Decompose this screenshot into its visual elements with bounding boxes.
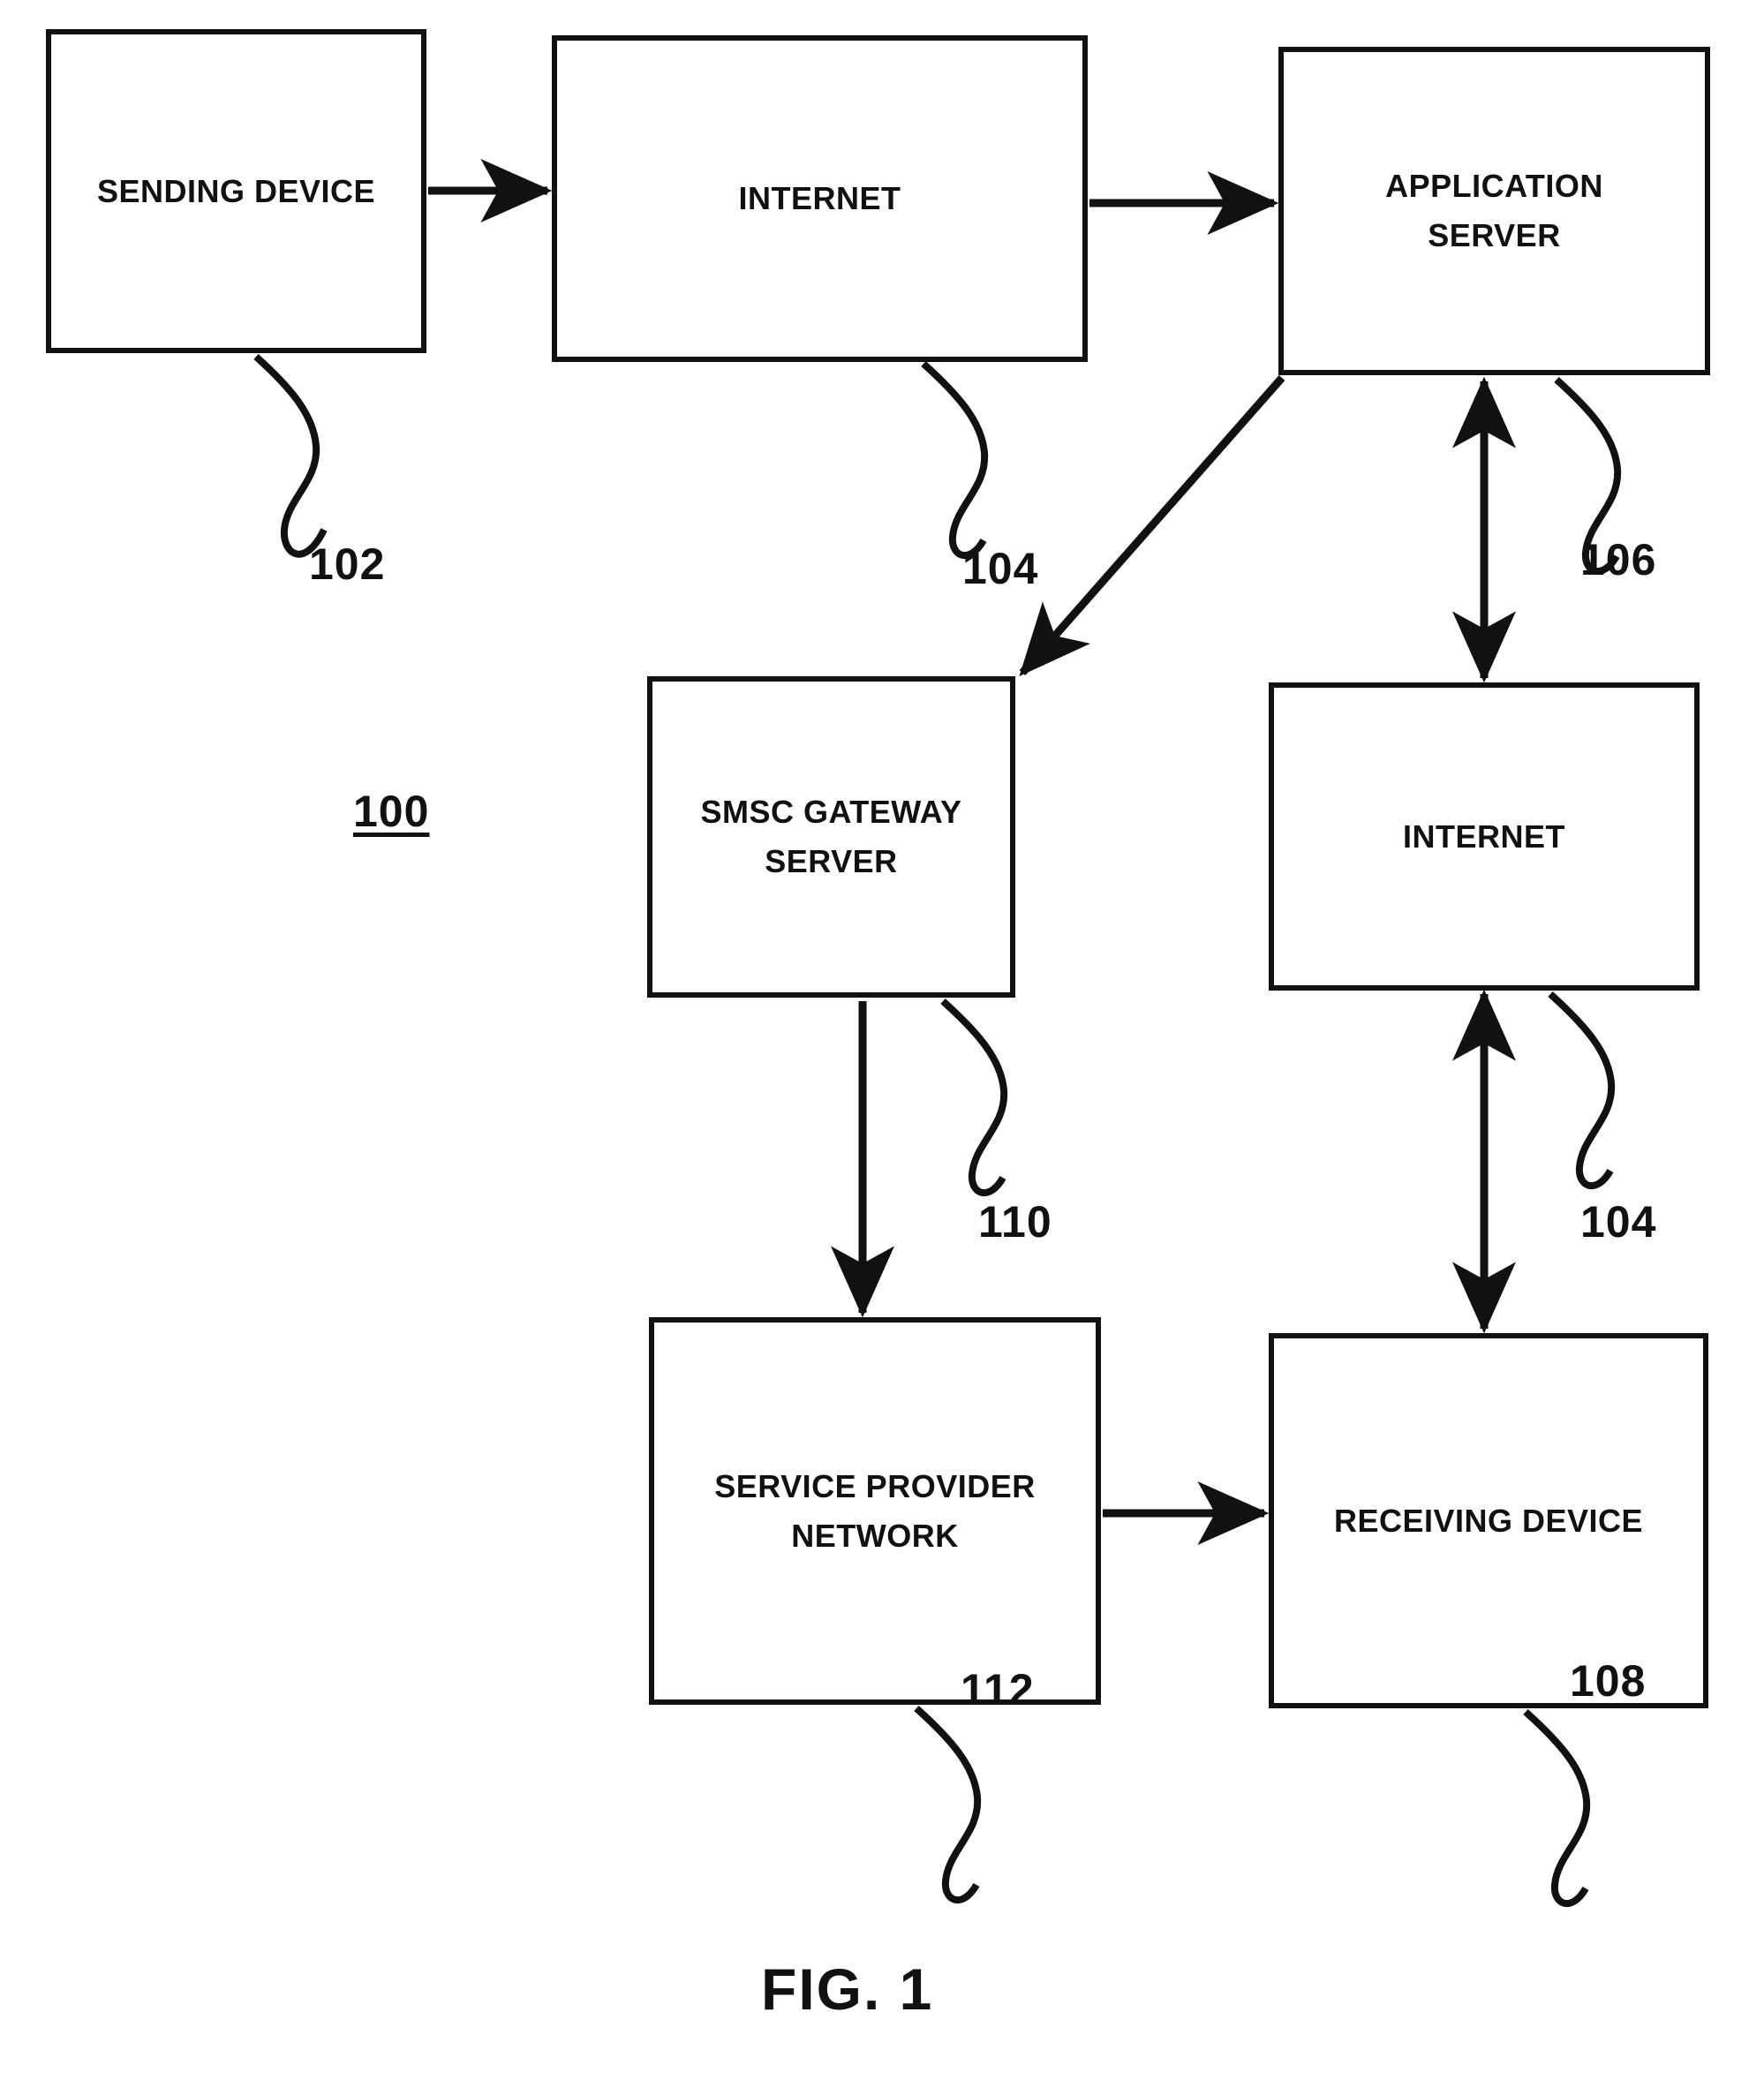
reference-numeral-106: 106: [1580, 535, 1657, 584]
node-internet-top-label: INTERNET: [738, 180, 901, 217]
node-smsc-gateway-server: SMSC GATEWAY SERVER: [647, 676, 1015, 998]
node-smsc-gateway-server-label: SMSC GATEWAY SERVER: [700, 794, 962, 879]
node-sending-device: SENDING DEVICE: [46, 29, 426, 353]
reference-numeral-112: 112: [961, 1665, 1035, 1714]
reference-numeral-108: 108: [1570, 1656, 1647, 1706]
node-receiving-device-label: RECEIVING DEVICE: [1333, 1502, 1644, 1539]
reference-numeral-104-bottom: 104: [1580, 1197, 1657, 1247]
reference-numeral-100-system: 100: [353, 787, 430, 836]
connector-appserver-to-smsc: [1019, 375, 1285, 677]
leader-line-112: [914, 1706, 982, 1904]
node-application-server-label: APPLICATION SERVER: [1385, 168, 1603, 253]
node-sending-device-label: SENDING DEVICE: [96, 172, 376, 209]
node-service-provider-network-label: SERVICE PROVIDER NETWORK: [714, 1467, 1036, 1554]
node-internet-bottom-label: INTERNET: [1403, 818, 1565, 855]
node-application-server: APPLICATION SERVER: [1278, 47, 1710, 375]
reference-numeral-104-top: 104: [962, 544, 1039, 593]
leader-line-110: [940, 999, 1008, 1197]
leader-line-104-top: [921, 361, 989, 560]
figure-caption: FIG. 1: [761, 1956, 934, 2022]
leader-line-102: [253, 354, 328, 558]
node-internet-bottom: INTERNET: [1269, 682, 1700, 991]
node-internet-top: INTERNET: [552, 35, 1088, 362]
patent-figure-page: SENDING DEVICE INTERNET APPLICATION SERV…: [0, 0, 1764, 2095]
reference-numeral-102: 102: [309, 539, 386, 589]
leader-line-108: [1523, 1709, 1591, 1908]
node-receiving-device: RECEIVING DEVICE: [1269, 1333, 1708, 1708]
leader-line-104-bottom: [1548, 991, 1616, 1190]
reference-numeral-110: 110: [978, 1197, 1052, 1247]
node-service-provider-network: SERVICE PROVIDER NETWORK: [649, 1317, 1101, 1705]
